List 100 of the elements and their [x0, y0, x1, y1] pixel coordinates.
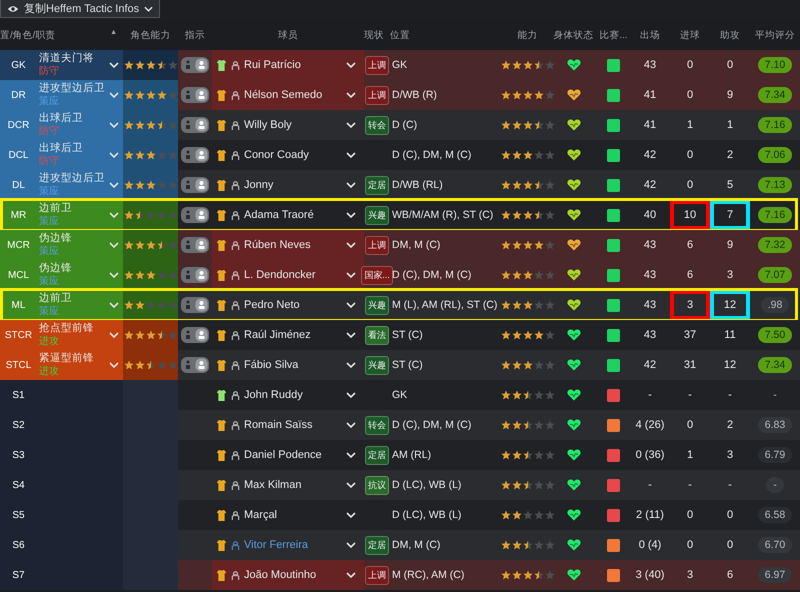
role-cell[interactable]: 伪边锋 策应: [37, 260, 123, 290]
rating: -: [766, 477, 784, 493]
chevron-down-icon[interactable]: [346, 152, 356, 158]
instruction-toggle[interactable]: [181, 357, 209, 373]
table-row[interactable]: S6 Vitor Ferreira 定居 DM, M (C) 0 (4) 0 0 6.70: [0, 530, 800, 560]
table-row[interactable]: S2 Romain Saïss 转会 D (C), DM, M (C) 4 (26) 0 2 6.83: [0, 410, 800, 440]
chevron-down-icon[interactable]: [346, 392, 356, 398]
column-header[interactable]: 身体状态: [550, 28, 597, 42]
assists-count: 11: [723, 328, 737, 343]
role-cell[interactable]: 伪边锋 策应: [37, 230, 123, 260]
player-name[interactable]: Romain Saïss: [244, 419, 342, 431]
column-header[interactable]: 置/角色/职责: [0, 28, 56, 42]
position-code: S2: [0, 410, 37, 440]
table-row[interactable]: S1 John Ruddy GK - - - -: [0, 380, 800, 410]
chevron-down-icon[interactable]: [346, 452, 356, 458]
table-row[interactable]: ML 边前卫 策应 Pedro Neto 兴趣 M (L), AM (RL), ST (C) 43 3 12 .98: [0, 290, 800, 320]
instruction-toggle[interactable]: [181, 117, 209, 133]
chevron-down-icon[interactable]: [109, 62, 119, 68]
instruction-toggle[interactable]: [181, 297, 209, 313]
table-row[interactable]: S3 Daniel Podence 定居 AM (RL) 0 (36) 1 3 6.79: [0, 440, 800, 470]
chevron-down-icon[interactable]: [346, 302, 356, 308]
star-icon: [156, 360, 166, 370]
column-header[interactable]: 现状: [364, 28, 390, 42]
player-name[interactable]: Daniel Podence: [244, 449, 342, 461]
column-header[interactable]: 助攻: [710, 28, 750, 42]
star-icon: [512, 90, 522, 100]
column-header[interactable]: 进球: [670, 28, 710, 42]
column-header[interactable]: 出场: [630, 28, 670, 42]
player-name[interactable]: Vitor Ferreira: [244, 539, 342, 551]
role-cell[interactable]: 进攻型边后卫 策应: [37, 80, 123, 110]
chevron-down-icon[interactable]: [346, 422, 356, 428]
column-header[interactable]: 指示: [178, 28, 212, 42]
role-cell[interactable]: 进攻型边后卫 策应: [37, 170, 123, 200]
player-name[interactable]: Adama Traoré: [244, 209, 342, 221]
star-icon: [544, 510, 554, 520]
column-header[interactable]: 位置: [390, 28, 505, 42]
goals-count: 31: [682, 358, 698, 373]
star-icon: [500, 540, 510, 550]
table-row[interactable]: DR 进攻型边后卫 策应 Nélson Semedo 上调 D/WB (R) 41 0 9 7.34: [0, 80, 800, 110]
player-name[interactable]: Fábio Silva: [244, 359, 342, 371]
chevron-down-icon[interactable]: [346, 332, 356, 338]
instruction-toggle[interactable]: [181, 327, 209, 343]
chevron-down-icon[interactable]: [346, 92, 356, 98]
role-cell[interactable]: 清道夫门将 防守: [37, 50, 123, 80]
instruction-toggle[interactable]: [181, 267, 209, 283]
view-dropdown[interactable]: 复制Heffem Tactic Infos: [0, 0, 160, 18]
player-name[interactable]: Max Kilman: [244, 479, 342, 491]
role-cell[interactable]: 紧逼型前锋 进攻: [37, 350, 123, 380]
player-name[interactable]: John Ruddy: [244, 389, 342, 401]
star-icon: [146, 150, 156, 160]
column-header[interactable]: 平均评分: [750, 28, 800, 42]
role-cell[interactable]: 边前卫 策应: [37, 200, 123, 230]
star-icon: [512, 180, 522, 190]
chevron-down-icon[interactable]: [346, 272, 356, 278]
star-icon: [124, 60, 134, 70]
role-cell[interactable]: 出球后卫 防守: [37, 110, 123, 140]
column-header[interactable]: 比赛...: [597, 28, 630, 42]
rating: 7.32: [758, 237, 792, 253]
chevron-down-icon[interactable]: [346, 512, 356, 518]
player-name[interactable]: Pedro Neto: [244, 299, 342, 311]
table-row[interactable]: S5 Marçal D (LC), WB (L) 2 (11) 0 0 6.58: [0, 500, 800, 530]
goals-count: 1: [686, 118, 694, 133]
star-icon: [512, 240, 522, 250]
chevron-down-icon[interactable]: [346, 242, 356, 248]
table-row[interactable]: S4 Max Kilman 抗议 D (LC), WB (L) - - - -: [0, 470, 800, 500]
instruction-toggle[interactable]: [181, 207, 209, 223]
instruction-toggle[interactable]: [181, 87, 209, 103]
instruction-toggle[interactable]: [181, 147, 209, 163]
chevron-down-icon[interactable]: [346, 362, 356, 368]
player-name[interactable]: Marçal: [244, 509, 342, 521]
column-header[interactable]: 角色能力: [123, 28, 178, 42]
instruction-toggle[interactable]: [181, 237, 209, 253]
chevron-down-icon[interactable]: [346, 122, 356, 128]
role-cell[interactable]: 出球后卫 防守: [37, 140, 123, 170]
table-row[interactable]: MR 边前卫 策应 Adama Traoré 兴趣 WB/M/AM (R), ST (C) 40 10 7 7.16: [0, 200, 800, 230]
player-name[interactable]: Conor Coady: [244, 149, 342, 161]
player-name[interactable]: Raúl Jiménez: [244, 329, 342, 341]
instruction-toggle[interactable]: [181, 177, 209, 193]
status-tag: 兴趣: [365, 296, 389, 314]
role-name: 进攻型边后卫: [39, 82, 105, 95]
role-cell[interactable]: 边前卫 策应: [37, 290, 123, 320]
chevron-down-icon[interactable]: [346, 572, 356, 578]
instruction-toggle[interactable]: [181, 57, 209, 73]
table-row[interactable]: S7 João Moutinho 上调 M (RC), AM (C) 3 (40) 3 6 6.97: [0, 560, 800, 590]
star-icon: [534, 240, 544, 250]
table-row[interactable]: GK 清道夫门将 防守 Rui Patrício 上调 GK 43 0 0 7.10: [0, 50, 800, 80]
table-row[interactable]: DL 进攻型边后卫 策应 Jonny 定居 D/WB (RL) 42 0 5 7.13: [0, 170, 800, 200]
chevron-down-icon[interactable]: [346, 62, 356, 68]
player-name[interactable]: Willy Boly: [244, 119, 342, 131]
chevron-down-icon[interactable]: [346, 182, 356, 188]
position-text: ST (C): [391, 329, 423, 341]
role-cell[interactable]: 抢点型前锋 进攻: [37, 320, 123, 350]
star-icon: [544, 420, 554, 430]
chevron-down-icon[interactable]: [346, 212, 356, 218]
chevron-down-icon[interactable]: [346, 482, 356, 488]
column-header[interactable]: 能力: [505, 28, 550, 42]
assists-count: 9: [726, 88, 734, 103]
chevron-down-icon[interactable]: [346, 542, 356, 548]
player-name[interactable]: Jonny: [244, 179, 342, 191]
column-header[interactable]: 球员: [212, 28, 364, 42]
